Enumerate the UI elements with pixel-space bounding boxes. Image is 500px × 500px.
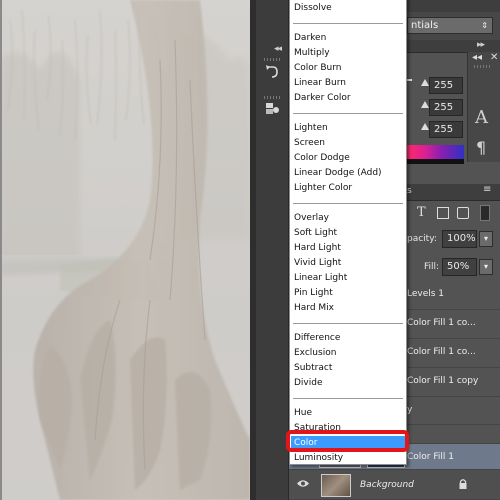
- character-panel-icon[interactable]: A: [475, 107, 488, 128]
- close-icon[interactable]: ✕: [490, 52, 498, 63]
- red-value-field[interactable]: 255: [429, 77, 463, 94]
- spectrum-black-strip[interactable]: [407, 159, 464, 164]
- lock-icon: [459, 479, 467, 489]
- blend-mode-hard-mix[interactable]: Hard Mix: [291, 301, 405, 316]
- canvas-edge: [0, 0, 2, 500]
- blend-mode-luminosity[interactable]: Luminosity: [291, 451, 405, 466]
- blend-mode-hard-light[interactable]: Hard Light: [291, 241, 405, 256]
- menu-separator: [293, 113, 403, 114]
- layer-name: Color Fill 1 copy: [407, 376, 479, 386]
- collapsed-panel-iconbar: ◂◂: [256, 0, 289, 500]
- blend-mode-linear-dodge-add[interactable]: Linear Dodge (Add): [291, 166, 405, 181]
- blend-mode-soft-light[interactable]: Soft Light: [291, 226, 405, 241]
- layers-tab-label[interactable]: s: [407, 186, 412, 196]
- fill-dropdown-icon[interactable]: ▾: [479, 259, 493, 275]
- blend-mode-exclusion[interactable]: Exclusion: [291, 346, 405, 361]
- blend-mode-hue[interactable]: Hue: [291, 406, 405, 421]
- preset-select-value: ntials: [411, 20, 439, 31]
- layer-name: Background: [360, 480, 414, 490]
- blend-mode-dissolve[interactable]: Dissolve: [291, 1, 405, 16]
- menu-separator: [293, 23, 403, 24]
- layer-row-background[interactable]: Background: [289, 470, 500, 500]
- blend-mode-divide[interactable]: Divide: [291, 376, 405, 391]
- filter-toggle[interactable]: [480, 205, 490, 221]
- opacity-field[interactable]: 100%: [442, 230, 477, 248]
- layer-comps-icon[interactable]: [260, 101, 284, 123]
- layer-name: y: [407, 405, 413, 415]
- color-spectrum-ramp[interactable]: [407, 145, 464, 159]
- fill-label: Fill:: [424, 262, 440, 272]
- selection-annotation-ring: [286, 430, 409, 452]
- blend-mode-vivid-light[interactable]: Vivid Light: [291, 256, 405, 271]
- layer-name: Color Fill 1 co...: [407, 347, 476, 357]
- panel-grip-icon[interactable]: [474, 65, 490, 68]
- preset-select[interactable]: ntials ⇕: [407, 17, 493, 34]
- opacity-label: pacity:: [407, 234, 437, 244]
- fill-field[interactable]: 50%: [442, 258, 477, 276]
- blend-mode-darken[interactable]: Darken: [291, 31, 405, 46]
- panel-menu-icon[interactable]: ≡: [483, 184, 491, 195]
- layer-name: Levels 1: [407, 289, 445, 299]
- blend-mode-pin-light[interactable]: Pin Light: [291, 286, 405, 301]
- menu-separator: [293, 398, 403, 399]
- blend-mode-screen[interactable]: Screen: [291, 136, 405, 151]
- blend-mode-lighten[interactable]: Lighten: [291, 121, 405, 136]
- blend-mode-darker-color[interactable]: Darker Color: [291, 91, 405, 106]
- blend-mode-subtract[interactable]: Subtract: [291, 361, 405, 376]
- blend-mode-difference[interactable]: Difference: [291, 331, 405, 346]
- collapse-arrows-icon[interactable]: ▸▸: [477, 40, 485, 50]
- blue-value-field[interactable]: 255: [429, 121, 463, 138]
- green-value-field[interactable]: 255: [429, 99, 463, 116]
- blend-mode-lighter-color[interactable]: Lighter Color: [291, 181, 405, 196]
- history-icon[interactable]: [260, 64, 284, 86]
- menu-separator: [293, 323, 403, 324]
- blend-mode-color-dodge[interactable]: Color Dodge: [291, 151, 405, 166]
- blend-mode-overlay[interactable]: Overlay: [291, 211, 405, 226]
- blend-mode-multiply[interactable]: Multiply: [291, 46, 405, 61]
- document-canvas[interactable]: [0, 0, 250, 500]
- slider-track: [407, 79, 412, 81]
- blend-mode-linear-burn[interactable]: Linear Burn: [291, 76, 405, 91]
- slider-handle-blue[interactable]: [421, 123, 429, 130]
- paragraph-panel-icon[interactable]: ¶: [476, 138, 486, 157]
- collapse-arrows-icon[interactable]: ◂◂: [472, 52, 482, 63]
- collapse-arrows-icon[interactable]: ◂◂: [274, 44, 282, 54]
- layer-name: Color Fill 1 co...: [407, 318, 476, 328]
- opacity-dropdown-icon[interactable]: ▾: [479, 231, 493, 247]
- shape-layer-filter-icon[interactable]: [437, 207, 449, 219]
- visibility-eye-icon[interactable]: [297, 479, 309, 488]
- type-layer-filter-icon[interactable]: T: [417, 205, 426, 220]
- smart-object-filter-icon[interactable]: [457, 207, 469, 219]
- blend-mode-dropdown[interactable]: Dissolve Darken Multiply Color Burn Linear B…: [289, 0, 407, 465]
- character-dock: ◂◂ ✕ A ¶: [467, 52, 500, 162]
- panel-grip-icon[interactable]: [264, 96, 280, 99]
- blend-mode-linear-light[interactable]: Linear Light: [291, 271, 405, 286]
- background-thumbnail: [321, 474, 351, 497]
- foggy-cypress-photo: [0, 0, 250, 500]
- panel-grip-icon[interactable]: [264, 58, 280, 61]
- slider-handle-red[interactable]: [421, 79, 429, 86]
- select-arrows-icon: ⇕: [481, 21, 488, 30]
- blend-mode-color-burn[interactable]: Color Burn: [291, 61, 405, 76]
- layer-name: Color Fill 1: [407, 452, 454, 462]
- slider-handle-green[interactable]: [421, 101, 429, 108]
- menu-separator: [293, 203, 403, 204]
